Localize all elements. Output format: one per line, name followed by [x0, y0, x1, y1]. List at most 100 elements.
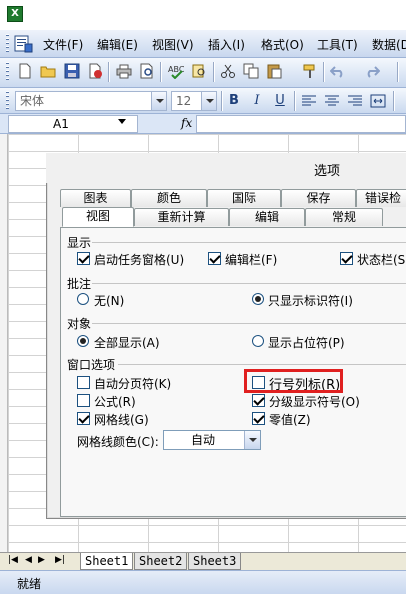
menu-view[interactable]: 视图(V): [152, 36, 194, 53]
objects-placeholders-label: 显示占位符(P): [268, 336, 345, 350]
page-breaks-checkbox[interactable]: [77, 376, 90, 389]
toolbar-separator: [323, 62, 324, 82]
open-folder-icon[interactable]: [40, 63, 56, 79]
row-header[interactable]: [0, 134, 8, 552]
status-bar-checkbox[interactable]: [340, 252, 353, 265]
comments-none-radio[interactable]: [77, 293, 89, 305]
chevron-down-icon[interactable]: [151, 92, 166, 110]
sheet-tab-sheet3[interactable]: Sheet3: [188, 553, 242, 570]
name-box[interactable]: A1: [8, 115, 138, 133]
dialog-title: 选项: [314, 164, 341, 179]
new-document-icon[interactable]: [17, 63, 33, 79]
menu-edit[interactable]: 编辑(E): [97, 36, 138, 53]
undo-icon[interactable]: [330, 63, 346, 79]
formula-bar-checkbox[interactable]: [208, 252, 221, 265]
tab-calculation[interactable]: 重新计算: [134, 208, 229, 226]
gridline-color-label: 网格线颜色(C):: [77, 435, 159, 449]
dialog-title-bar[interactable]: [46, 153, 406, 183]
align-right-icon[interactable]: [347, 93, 363, 109]
document-icon[interactable]: [13, 35, 33, 53]
cut-icon[interactable]: [220, 63, 236, 79]
underline-button[interactable]: U: [271, 92, 289, 110]
print-icon[interactable]: [116, 63, 132, 79]
sheet-tab-sheet2[interactable]: Sheet2: [134, 553, 188, 570]
sheet-tab-sheet1[interactable]: Sheet1: [80, 553, 134, 570]
menu-insert[interactable]: 插入(I): [208, 36, 245, 53]
prev-sheet-icon[interactable]: ◀: [25, 555, 32, 565]
toolbar-grip-handle[interactable]: [6, 91, 9, 111]
section-label-comments: 批注: [67, 277, 92, 291]
merge-center-icon[interactable]: [370, 93, 386, 109]
tab-error-checking[interactable]: 错误检: [356, 189, 406, 207]
zero-values-checkbox[interactable]: [252, 412, 265, 425]
font-size-combo[interactable]: 12: [171, 91, 217, 111]
status-bar-label: 状态栏(S: [357, 253, 406, 267]
copy-icon[interactable]: [243, 63, 259, 79]
menubar-grip-handle[interactable]: [6, 34, 9, 54]
section-label-display: 显示: [67, 236, 92, 250]
menu-tools[interactable]: 工具(T): [317, 36, 358, 53]
title-bar: [0, 0, 406, 30]
chevron-down-icon[interactable]: [118, 119, 126, 124]
menu-format[interactable]: 格式(O): [261, 36, 304, 53]
paste-icon[interactable]: [266, 63, 282, 79]
objects-placeholders-radio[interactable]: [252, 335, 264, 347]
toolbar-separator: [213, 62, 214, 82]
section-divider: [92, 283, 406, 284]
outline-symbols-checkbox[interactable]: [252, 394, 265, 407]
tab-edit[interactable]: 编辑: [229, 208, 305, 226]
function-icon[interactable]: fx: [181, 116, 192, 130]
outline-symbols-label: 分级显示符号(O): [269, 395, 360, 409]
spelling-icon[interactable]: ABC: [168, 63, 184, 79]
print-preview-icon[interactable]: [139, 63, 155, 79]
status-bar: [0, 570, 406, 594]
startup-task-pane-checkbox[interactable]: [77, 252, 90, 265]
excel-app-icon[interactable]: X: [7, 6, 23, 22]
font-name-combo[interactable]: 宋体: [15, 91, 167, 111]
tab-color[interactable]: 颜色: [131, 189, 207, 207]
italic-button[interactable]: I: [248, 92, 266, 110]
research-icon[interactable]: [191, 63, 207, 79]
align-center-icon[interactable]: [324, 93, 340, 109]
toolbar-separator: [397, 62, 398, 82]
toolbar-separator: [108, 62, 109, 82]
zero-values-label: 零值(Z): [269, 413, 311, 427]
comments-indicator-radio[interactable]: [252, 293, 264, 305]
section-divider: [118, 364, 406, 365]
toolbar-grip-handle[interactable]: [6, 62, 9, 82]
status-text: 就绪: [17, 577, 42, 591]
formula-input[interactable]: [196, 115, 406, 133]
gridlines-checkbox[interactable]: [77, 412, 90, 425]
next-sheet-icon[interactable]: ▶: [38, 555, 45, 565]
first-sheet-icon[interactable]: |◀: [8, 555, 18, 565]
menu-data[interactable]: 数据(D: [372, 36, 406, 53]
align-left-icon[interactable]: [301, 93, 317, 109]
formulas-checkbox[interactable]: [77, 394, 90, 407]
gridlines-label: 网格线(G): [94, 413, 149, 427]
bold-button[interactable]: B: [225, 92, 243, 110]
gridline-color-value: 自动: [190, 433, 215, 447]
startup-task-pane-label: 启动任务窗格(U): [94, 253, 185, 267]
font-size-value: 12: [176, 94, 192, 108]
objects-show-all-radio[interactable]: [77, 335, 89, 347]
section-label-objects: 对象: [67, 317, 92, 331]
tab-view[interactable]: 视图: [62, 207, 134, 227]
chevron-down-icon[interactable]: [244, 431, 260, 449]
chevron-down-icon[interactable]: [201, 92, 216, 110]
format-painter-icon[interactable]: [302, 63, 318, 79]
permission-icon[interactable]: [87, 63, 103, 79]
gridline-color-select[interactable]: 自动: [163, 430, 261, 450]
tab-general[interactable]: 常规: [305, 208, 383, 226]
redo-icon[interactable]: [364, 63, 380, 79]
menu-file[interactable]: 文件(F): [43, 36, 83, 53]
toolbar-separator: [160, 62, 161, 82]
section-label-window-options: 窗口选项: [67, 358, 116, 372]
last-sheet-icon[interactable]: ▶|: [55, 555, 65, 565]
font-name-value: 宋体: [20, 94, 45, 108]
save-icon[interactable]: [64, 63, 80, 79]
tab-international[interactable]: 国际: [207, 189, 281, 207]
formula-bar-label: 编辑栏(F): [225, 253, 278, 267]
tab-chart[interactable]: 图表: [60, 189, 131, 207]
tab-save[interactable]: 保存: [281, 189, 356, 207]
comments-indicator-label: 只显示标识符(I): [268, 294, 353, 308]
